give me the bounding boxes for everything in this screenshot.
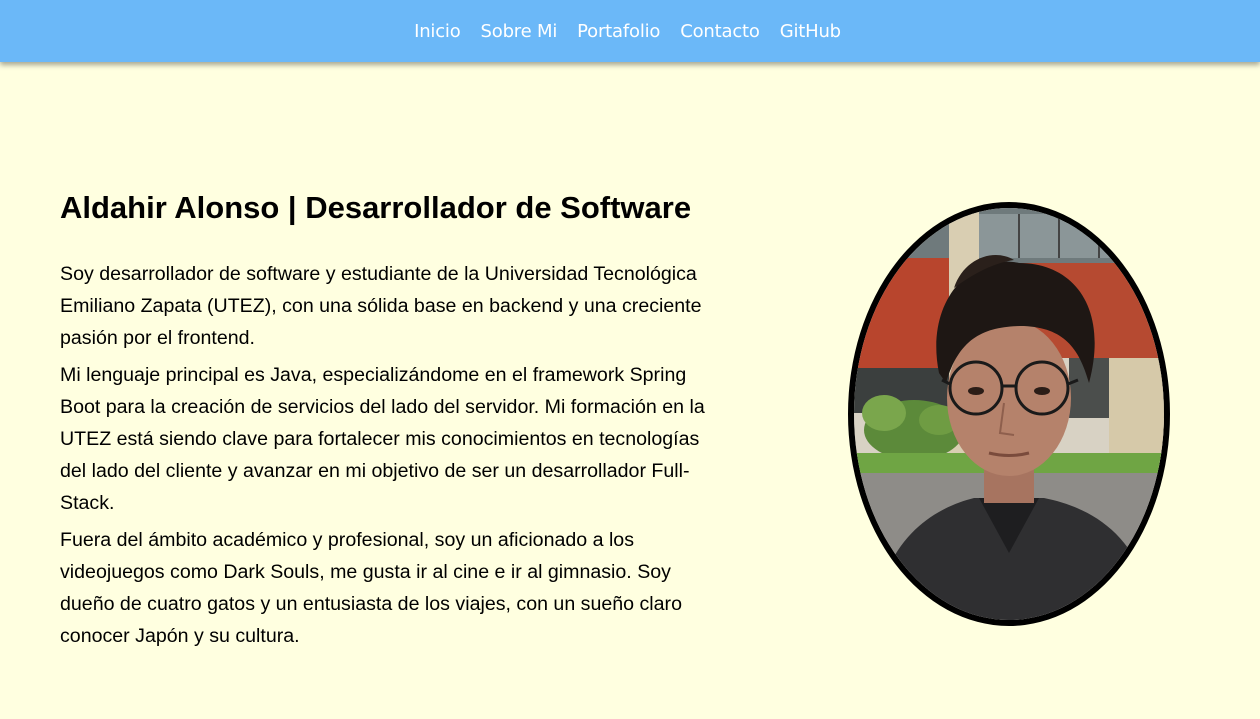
page-title: Aldahir Alonso | Desarrollador de Softwa… (60, 190, 692, 225)
about-paragraph-intro: Soy desarrollador de software y estudian… (60, 263, 702, 349)
nav-link-inicio[interactable]: Inicio (414, 21, 461, 42)
nav-link-portafolio[interactable]: Portafolio (577, 21, 660, 42)
about-paragraph-hobbies: Fuera del ámbito académico y profesional… (60, 529, 682, 647)
nav-link-sobre-mi[interactable]: Sobre Mi (481, 21, 558, 42)
about-section: Aldahir Alonso | Desarrollador de Softwa… (60, 186, 730, 657)
profile-photo-illustration (854, 208, 1164, 620)
profile-photo (848, 202, 1170, 626)
top-navbar: Inicio Sobre Mi Portafolio Contacto GitH… (0, 0, 1260, 62)
nav-link-contacto[interactable]: Contacto (680, 21, 760, 42)
nav-link-github[interactable]: GitHub (780, 21, 841, 42)
about-paragraph-skills: Mi lenguaje principal es Java, especiali… (60, 364, 705, 514)
